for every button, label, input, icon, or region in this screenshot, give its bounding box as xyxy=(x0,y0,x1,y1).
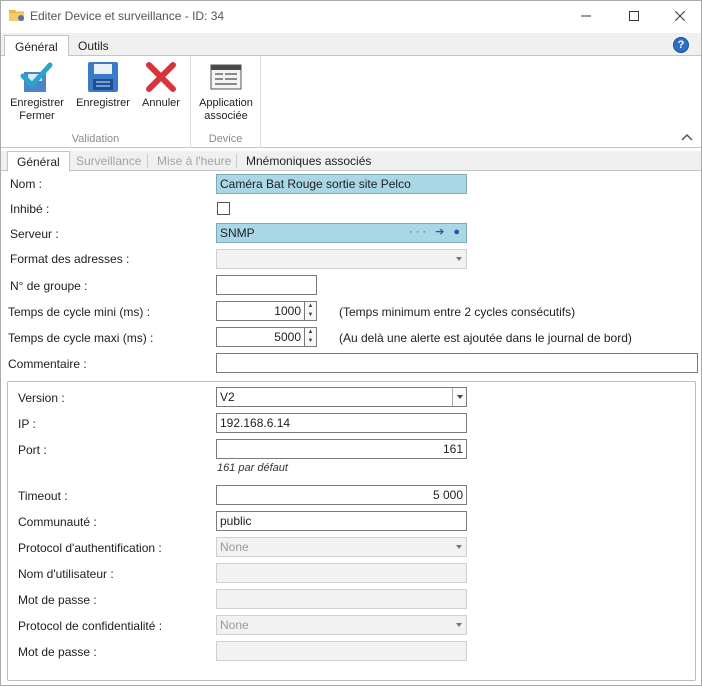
spinner-down-icon[interactable]: ▼ xyxy=(305,337,316,346)
serveur-action-icons[interactable]: ··· ➔ ● xyxy=(409,225,463,238)
serveur-label: Serveur : xyxy=(10,227,59,241)
format-adresses-label: Format des adresses : xyxy=(10,252,130,266)
spinner-up-icon[interactable]: ▲ xyxy=(305,328,316,337)
cycle-maxi-label: Temps de cycle maxi (ms) : xyxy=(8,331,154,345)
serveur-value: SNMP xyxy=(220,226,255,240)
ip-label: IP : xyxy=(18,417,36,431)
help-icon[interactable]: ? xyxy=(673,37,689,53)
ribbon-group-device: Application associée Device xyxy=(191,56,261,148)
save-close-icon xyxy=(20,62,53,92)
commentaire-input[interactable] xyxy=(216,353,698,373)
cancel-button[interactable]: Annuler xyxy=(134,60,188,110)
save-close-button[interactable]: Enregistrer Fermer xyxy=(7,60,67,123)
cycle-maxi-spinner[interactable]: ▲ ▼ xyxy=(305,327,317,347)
cycle-maxi-input[interactable]: 5000 xyxy=(216,327,305,347)
save-label: Enregistrer xyxy=(76,97,130,109)
cycle-maxi-hint: (Au delà une alerte est ajoutée dans le … xyxy=(339,331,632,345)
ip-input[interactable]: 192.168.6.14 xyxy=(216,413,467,433)
version-value: V2 xyxy=(220,390,235,404)
ribbon-tab-general[interactable]: Général xyxy=(4,35,69,57)
port-hint: 161 par défaut xyxy=(217,462,288,474)
num-groupe-input[interactable] xyxy=(216,275,317,295)
cancel-x-icon xyxy=(146,62,176,92)
cycle-mini-hint: (Temps minimum entre 2 cycles consécutif… xyxy=(339,305,576,319)
communaute-label: Communauté : xyxy=(18,515,97,529)
minimize-icon xyxy=(581,15,591,17)
chevron-down-icon xyxy=(456,257,462,261)
tab-mise-a-lheure[interactable]: Mise à l'heure xyxy=(148,151,240,171)
spinner-up-icon[interactable]: ▲ xyxy=(305,302,316,311)
privacy-password-input xyxy=(216,641,467,661)
maximize-button[interactable] xyxy=(611,1,657,31)
save-disk-icon xyxy=(88,62,118,92)
nom-label: Nom : xyxy=(10,177,43,191)
application-window-icon xyxy=(210,64,242,90)
close-button[interactable] xyxy=(657,1,702,31)
close-icon xyxy=(675,11,685,21)
version-dropdown-button[interactable] xyxy=(452,388,466,406)
chevron-down-icon xyxy=(456,545,462,549)
tab-general[interactable]: Général xyxy=(7,151,70,172)
ribbon-tab-outils[interactable]: Outils xyxy=(68,35,119,57)
folder-icon xyxy=(9,10,24,21)
username-label: Nom d'utilisateur : xyxy=(18,567,114,581)
group-label-device: Device xyxy=(208,133,243,145)
username-input xyxy=(216,563,467,583)
cycle-mini-input[interactable]: 1000 xyxy=(216,301,305,321)
linked-app-button[interactable]: Application associée xyxy=(194,60,258,123)
linked-app-label: Application associée xyxy=(199,97,253,122)
nom-input[interactable]: Caméra Bat Rouge sortie site Pelco xyxy=(216,174,467,194)
content-tab-bar: Général Surveillance Mise à l'heure Mném… xyxy=(1,151,701,172)
ribbon-group-validation: Enregistrer Fermer Enregistrer Annuler V… xyxy=(1,56,191,148)
auth-protocol-label: Protocol d'authentification : xyxy=(18,541,162,555)
dialog-window: Editer Device et surveillance - ID: 34 G… xyxy=(0,0,702,686)
privacy-password-label: Mot de passe : xyxy=(18,645,97,659)
save-close-label: Enregistrer Fermer xyxy=(10,97,64,122)
port-label: Port : xyxy=(18,443,47,457)
privacy-protocol-label: Protocol de confidentialité : xyxy=(18,619,163,633)
privacy-protocol-select: None xyxy=(216,615,467,635)
maximize-icon xyxy=(629,11,639,21)
password-input xyxy=(216,589,467,609)
serveur-input[interactable]: SNMP ··· ➔ ● xyxy=(216,223,467,243)
ribbon-tab-bar: Général Outils ? xyxy=(1,33,701,57)
collapse-ribbon-icon[interactable] xyxy=(681,133,693,141)
chevron-down-icon xyxy=(456,623,462,627)
communaute-input[interactable]: public xyxy=(216,511,467,531)
inhibe-label: Inhibé : xyxy=(10,202,50,216)
cancel-label: Annuler xyxy=(142,97,180,109)
tab-surveillance[interactable]: Surveillance xyxy=(67,151,150,171)
spinner-down-icon[interactable]: ▼ xyxy=(305,311,316,320)
chevron-down-icon xyxy=(457,395,463,399)
tab-mnemoniques[interactable]: Mnémoniques associés xyxy=(237,151,380,171)
title-bar: Editer Device et surveillance - ID: 34 xyxy=(1,1,701,31)
version-select[interactable]: V2 xyxy=(216,387,467,407)
num-groupe-label: N° de groupe : xyxy=(10,279,88,293)
timeout-input[interactable]: 5 000 xyxy=(216,485,467,505)
cycle-mini-spinner[interactable]: ▲ ▼ xyxy=(305,301,317,321)
auth-protocol-select: None xyxy=(216,537,467,557)
save-button[interactable]: Enregistrer xyxy=(73,60,133,110)
inhibe-checkbox[interactable] xyxy=(217,202,230,215)
port-input[interactable]: 161 xyxy=(216,439,467,459)
window-title: Editer Device et surveillance - ID: 34 xyxy=(30,9,225,23)
ribbon-body: Enregistrer Fermer Enregistrer Annuler V… xyxy=(1,56,701,148)
format-adresses-select xyxy=(216,249,467,269)
minimize-button[interactable] xyxy=(563,1,609,31)
commentaire-label: Commentaire : xyxy=(8,357,87,371)
timeout-label: Timeout : xyxy=(18,489,68,503)
version-label: Version : xyxy=(18,391,65,405)
group-label-validation: Validation xyxy=(71,133,120,145)
password-label: Mot de passe : xyxy=(18,593,97,607)
cycle-mini-label: Temps de cycle mini (ms) : xyxy=(8,305,151,319)
